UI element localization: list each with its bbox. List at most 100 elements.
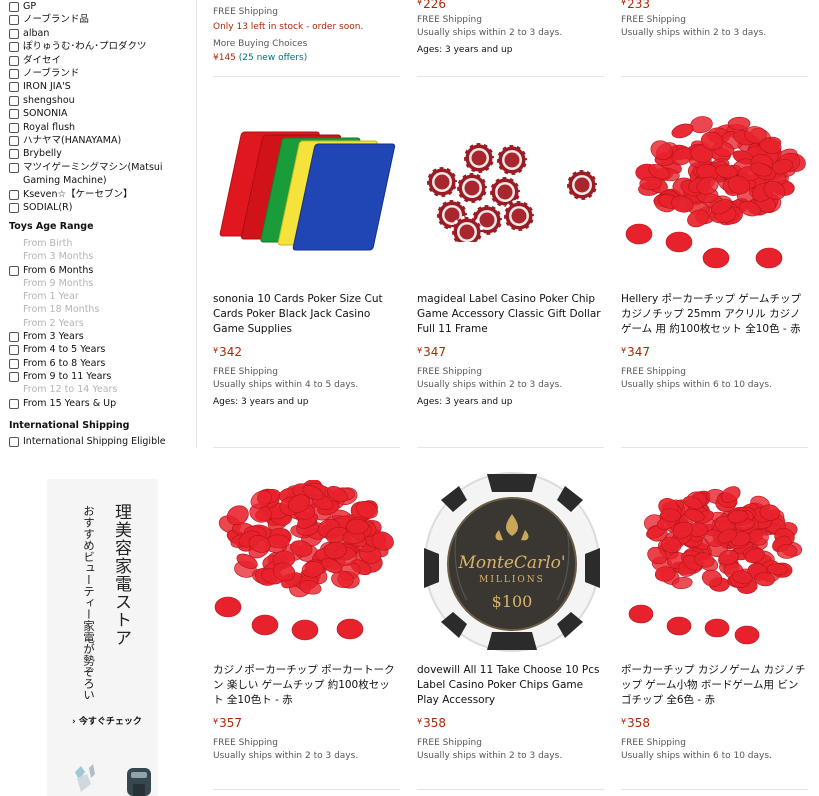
row-divider: [213, 447, 400, 448]
checkbox[interactable]: [9, 149, 19, 160]
row-divider: [621, 76, 808, 77]
checkbox[interactable]: [9, 136, 19, 147]
brand-filter-option[interactable]: ぽりゅうむ･わん･プロダクツ: [9, 40, 199, 53]
row-divider: [417, 447, 604, 448]
checkbox[interactable]: [9, 162, 19, 173]
brand-filter-option[interactable]: マツイゲーミングマシン(Matsui Gaming Machine): [9, 161, 199, 188]
product-image-red-chips[interactable]: [621, 480, 808, 650]
product-title-link[interactable]: sononia 10 Cards Poker Size Cut Cards Po…: [213, 292, 398, 337]
beauty-store-ad[interactable]: 理美容家電ストア おすすめビューティー家電が勢ぞろい › 今すぐチェック: [47, 479, 158, 796]
product-card-top-1: FREE Shipping Only 13 left in stock - or…: [213, 6, 398, 65]
brand-filter-label: Kseven☆【ケーセブン】: [23, 188, 133, 200]
product-title-link[interactable]: ポーカーチップ カジノゲーム カジノチップ ゲーム小物 ボードゲーム用 ビンゴチ…: [621, 663, 806, 708]
brand-filter-option[interactable]: shengshou: [9, 94, 199, 107]
delivery-estimate: Usually ships within 6 to 10 days.: [621, 380, 772, 390]
product-price[interactable]: ¥358: [417, 716, 602, 730]
checkbox[interactable]: [9, 2, 19, 12]
brand-filter-label: Royal flush: [23, 121, 76, 133]
product-card-top-3: ¥233 FREE Shipping Usually ships within …: [621, 0, 806, 40]
checkbox[interactable]: [9, 332, 19, 343]
age-filter-option[interactable]: From 6 to 8 Years: [9, 357, 199, 370]
product-price[interactable]: ¥342: [213, 345, 398, 359]
checkbox[interactable]: [9, 28, 19, 39]
checkbox[interactable]: [9, 189, 19, 200]
checkbox[interactable]: [9, 95, 19, 106]
age-filter-option[interactable]: From 15 Years & Up: [9, 397, 199, 410]
product-title-link[interactable]: dovewill All 11 Take Choose 10 Pcs Label…: [417, 663, 602, 708]
age-filter-option: From 2 Years: [9, 317, 199, 330]
brand-filter-option[interactable]: GP: [9, 0, 199, 13]
product-price[interactable]: ¥357: [213, 716, 398, 730]
shipping-label: FREE Shipping: [621, 367, 686, 377]
checkbox[interactable]: [9, 371, 19, 382]
ad-subtitle: おすすめビューティー家電が勢ぞろい: [82, 505, 96, 701]
age-filter-label: From 3 Years: [23, 331, 84, 343]
ad-cta-link[interactable]: › 今すぐチェック: [72, 714, 142, 727]
checkbox[interactable]: [9, 358, 19, 369]
checkbox[interactable]: [9, 15, 19, 26]
shipping-label: FREE Shipping: [417, 15, 482, 25]
product-price[interactable]: ¥347: [621, 345, 806, 359]
product-image-red-chips[interactable]: [210, 480, 400, 645]
product-image-red-chips[interactable]: [621, 110, 808, 275]
checkbox[interactable]: [9, 109, 19, 120]
age-filter-option: From 18 Months: [9, 303, 199, 316]
brand-filter-option[interactable]: Brybelly: [9, 147, 199, 160]
checkbox[interactable]: [9, 203, 19, 214]
age-info: Ages: 3 years and up: [417, 397, 513, 407]
checkbox[interactable]: [9, 122, 19, 133]
product-price[interactable]: ¥347: [417, 345, 602, 359]
age-filter-option[interactable]: From 3 Years: [9, 330, 199, 343]
product-image-montecarlo-chip[interactable]: MonteCarlo' MILLIONS $100: [417, 470, 607, 655]
brand-filter-label: ぽりゅうむ･わん･プロダクツ: [23, 41, 147, 53]
shipping-label: FREE Shipping: [621, 15, 686, 25]
checkbox[interactable]: [9, 42, 19, 53]
product-price[interactable]: ¥233: [621, 0, 806, 11]
checkbox[interactable]: [9, 265, 19, 276]
brand-filter-option[interactable]: ノーブランド品: [9, 13, 199, 26]
delivery-estimate: Usually ships within 2 to 3 days.: [417, 380, 563, 390]
age-filter-label: From 9 to 11 Years: [23, 370, 112, 382]
product-image-label-chips[interactable]: [417, 140, 607, 242]
age-filter-label: From 4 to 5 Years: [23, 344, 106, 356]
stock-warning: Only 13 left in stock - order soon.: [213, 22, 364, 32]
checkbox[interactable]: [9, 398, 19, 409]
brand-filter-label: SONONIA: [23, 108, 68, 120]
brand-filter-option[interactable]: ダイセイ: [9, 54, 199, 67]
age-filter-option[interactable]: From 4 to 5 Years: [9, 343, 199, 356]
product-card: sononia 10 Cards Poker Size Cut Cards Po…: [213, 292, 398, 407]
product-image-cut-cards[interactable]: [213, 126, 400, 252]
brand-filter-option[interactable]: ノーブランド: [9, 67, 199, 80]
shipping-label: FREE Shipping: [417, 367, 482, 377]
delivery-estimate: Usually ships within 2 to 3 days.: [621, 28, 767, 38]
checkbox[interactable]: [9, 437, 19, 447]
age-filter-option: From 3 Months: [9, 250, 199, 263]
product-title-link[interactable]: カジノポーカーチップ ポーカートークン 楽しい ゲームチップ 約100枚セット …: [213, 663, 398, 708]
brand-filter-option[interactable]: IRON JIA'S: [9, 80, 199, 93]
age-filter-option[interactable]: From 9 to 11 Years: [9, 370, 199, 383]
product-title-link[interactable]: Hellery ポーカーチップ ゲームチップ カジノチップ 25mm アクリル …: [621, 292, 806, 337]
intl-shipping-option[interactable]: International Shipping Eligible: [9, 435, 199, 448]
checkbox[interactable]: [9, 345, 19, 356]
brand-filter-option[interactable]: alban: [9, 27, 199, 40]
offer-link[interactable]: ¥145 (25 new offers): [213, 51, 398, 65]
product-price[interactable]: ¥358: [621, 716, 806, 730]
age-info: Ages: 3 years and up: [213, 397, 309, 407]
brand-filter-option[interactable]: SODIAL(R): [9, 201, 199, 214]
intl-shipping-heading: International Shipping: [9, 420, 130, 431]
age-filter-option[interactable]: From 6 Months: [9, 264, 199, 277]
brand-filter-option[interactable]: ハナヤマ(HANAYAMA): [9, 134, 199, 147]
product-price[interactable]: ¥226: [417, 0, 602, 11]
brand-filter-option[interactable]: Kseven☆【ケーセブン】: [9, 188, 199, 201]
brand-filter-option[interactable]: SONONIA: [9, 107, 199, 120]
checkbox[interactable]: [9, 55, 19, 66]
product-title-link[interactable]: magideal Label Casino Poker Chip Game Ac…: [417, 292, 602, 337]
checkbox[interactable]: [9, 82, 19, 93]
brand-filter-label: shengshou: [23, 94, 75, 106]
shipping-label: FREE Shipping: [417, 738, 482, 748]
more-buying-choices: More Buying Choices: [213, 39, 308, 49]
brand-filter-label: Brybelly: [23, 148, 62, 160]
age-filter-label: From 6 Months: [23, 264, 94, 276]
checkbox[interactable]: [9, 69, 19, 80]
brand-filter-option[interactable]: Royal flush: [9, 121, 199, 134]
